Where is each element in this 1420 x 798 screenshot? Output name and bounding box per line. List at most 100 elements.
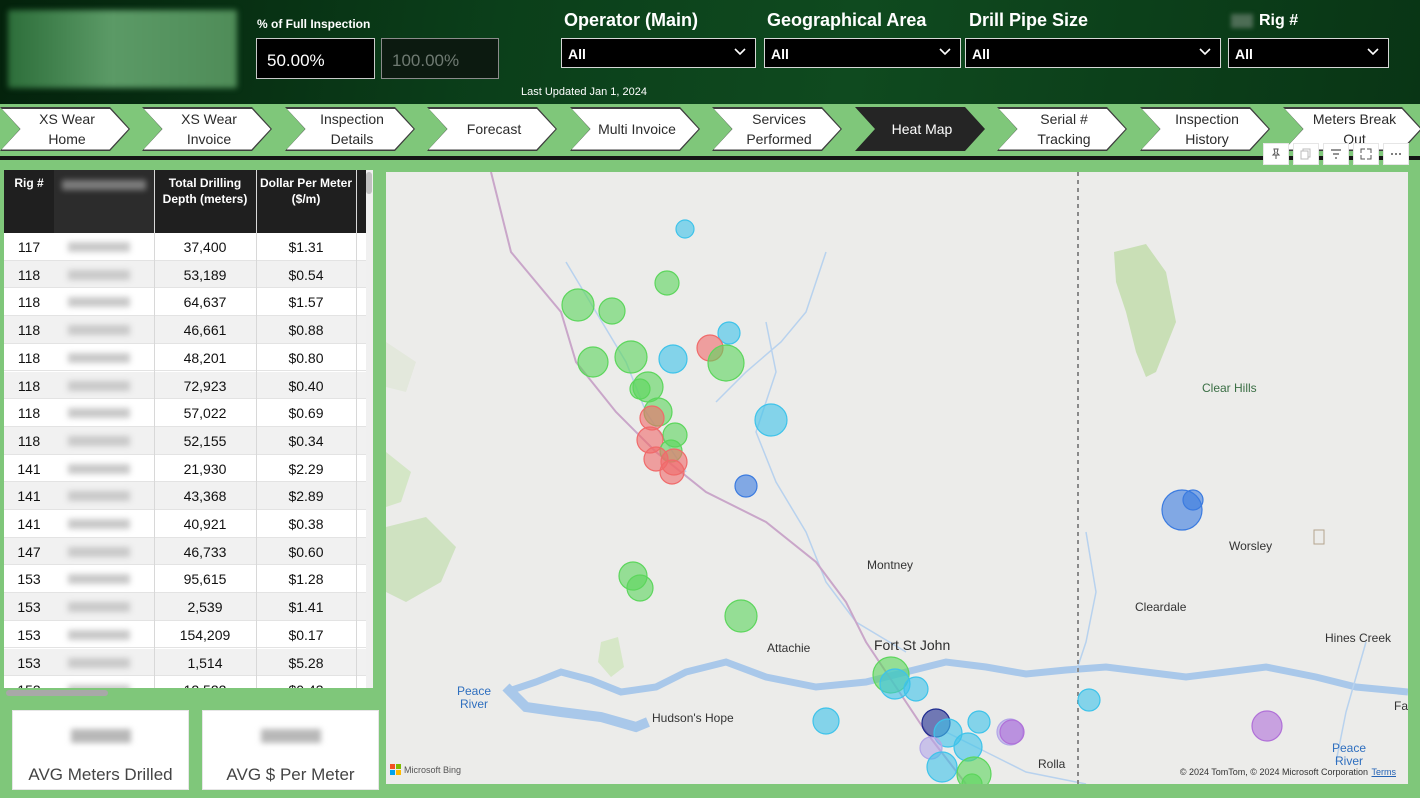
table-vscroll-thumb[interactable] — [366, 172, 372, 194]
cell-dollar: $0.69 — [288, 405, 324, 422]
filter-icon[interactable] — [1323, 143, 1349, 165]
kpi-avg-meters: AVG Meters Drilled — [12, 710, 189, 790]
cell-redacted — [68, 574, 130, 585]
visual-toolbar — [1263, 143, 1413, 165]
map-bubble-green[interactable] — [614, 340, 648, 374]
cell-redacted — [68, 491, 130, 502]
map-bubble-green[interactable] — [577, 346, 609, 378]
map-bubble-cyan[interactable] — [658, 344, 688, 374]
table-row[interactable]: 153 12,522$0.43 — [4, 676, 366, 688]
chevron-down-icon — [734, 48, 746, 56]
area-dropdown[interactable]: All — [764, 38, 961, 68]
map-bubble-blue[interactable] — [1182, 489, 1204, 511]
map-bubble-cyan[interactable] — [1077, 688, 1101, 712]
company-logo — [8, 10, 237, 88]
cell-redacted — [68, 657, 130, 668]
pct-inspection-max[interactable]: 100.00% — [381, 38, 499, 79]
cell-depth: 64,637 — [183, 294, 227, 311]
pct-inspection-value[interactable]: 50.00% — [256, 38, 375, 79]
map-copyright: © 2024 TomTom, © 2024 Microsoft Corporat… — [1179, 767, 1368, 777]
cell-redacted — [68, 380, 130, 391]
tab-label: XS Wear Home — [2, 109, 129, 150]
rig-dropdown[interactable]: All — [1228, 38, 1389, 68]
table-row[interactable]: 147 46,733 $0.60 — [4, 537, 366, 566]
pin-icon[interactable] — [1263, 143, 1289, 165]
cell-dollar: $1.57 — [288, 294, 324, 311]
map-bubble-red[interactable] — [639, 405, 665, 431]
table-row[interactable]: 118 46,661 $0.88 — [4, 316, 366, 344]
cell-rig: 118 — [17, 405, 41, 422]
map-bubble-cyan[interactable] — [953, 732, 983, 762]
table-row[interactable]: 118 72,923 $0.40 — [4, 371, 366, 400]
table-row[interactable]: 118 64,637 $1.57 — [4, 288, 366, 317]
cell-dollar: $1.28 — [288, 571, 324, 588]
map-bubble-green[interactable] — [629, 378, 651, 400]
col-depth[interactable]: Total Drilling Depth (meters) — [154, 175, 256, 207]
table-hscroll-thumb[interactable] — [6, 690, 108, 696]
cell-rig: 118 — [17, 377, 41, 394]
terms-link[interactable]: Terms — [1372, 767, 1397, 777]
focus-mode-icon[interactable] — [1353, 143, 1379, 165]
map-bubble-cyan[interactable] — [926, 751, 958, 783]
map-bubble-blue[interactable] — [734, 474, 758, 498]
table-row[interactable]: 153 154,209 $0.17 — [4, 620, 366, 649]
map-bubble-green[interactable] — [654, 270, 680, 296]
table-row[interactable]: 141 43,368 $2.89 — [4, 482, 366, 510]
table-row[interactable]: 153 95,615 $1.28 — [4, 565, 366, 594]
table-row[interactable]: 153 2,539 $1.41 — [4, 593, 366, 621]
operator-filter-label: Operator (Main) — [564, 10, 699, 30]
cell-rig: 153 — [17, 654, 41, 671]
pipe-size-filter-label: Drill Pipe Size — [969, 10, 1089, 30]
table-row[interactable]: 118 48,201 $0.80 — [4, 343, 366, 372]
cell-dollar: $0.88 — [288, 322, 324, 339]
cell-dollar: $0.60 — [288, 543, 324, 560]
map-bubble-purple[interactable] — [1251, 710, 1283, 742]
map-bubble-cyan[interactable] — [754, 403, 788, 437]
cell-depth: 2,539 — [187, 599, 223, 616]
map-bubble-cyan[interactable] — [903, 676, 929, 702]
map-bubble-cyan[interactable] — [967, 710, 991, 734]
map-bubble-green[interactable] — [707, 344, 745, 382]
col-redacted[interactable] — [54, 170, 154, 233]
table-row[interactable]: 117 37,400 $1.31 — [4, 233, 366, 261]
cell-depth: 40,921 — [183, 516, 227, 532]
map-bubble-green[interactable] — [724, 599, 758, 633]
area-filter-label: Geographical Area — [767, 10, 927, 30]
table-row[interactable]: 118 53,189 $0.54 — [4, 260, 366, 289]
more-options-icon[interactable] — [1383, 143, 1409, 165]
cell-rig: 153 — [17, 626, 41, 643]
map-bubble-cyan[interactable] — [812, 707, 840, 735]
cell-rig: 117 — [17, 239, 41, 255]
operator-dropdown[interactable]: All — [561, 38, 756, 68]
cell-dollar: $1.41 — [288, 599, 324, 616]
tab-label: Multi Invoice — [572, 109, 699, 150]
table-vscroll-track[interactable] — [366, 170, 373, 688]
cell-redacted — [68, 408, 130, 419]
table-row[interactable]: 141 40,921 $0.38 — [4, 510, 366, 538]
col-divider — [356, 170, 357, 688]
map-bubble-green[interactable] — [626, 574, 654, 602]
cell-rig: 118 — [17, 322, 41, 339]
map-bubble-purple[interactable] — [999, 719, 1025, 745]
heat-map[interactable]: Clear Hills Worsley Montney Cleardale Hi… — [386, 172, 1408, 784]
copy-icon[interactable] — [1293, 143, 1319, 165]
col-dollar[interactable]: Dollar Per Meter ($/m) — [256, 175, 356, 207]
table-row[interactable]: 141 21,930 $2.29 — [4, 454, 366, 483]
bubble-layer[interactable] — [386, 172, 1408, 784]
table-row[interactable]: 153 1,514 $5.28 — [4, 648, 366, 677]
report-canvas: % of Full Inspection 50.00% 100.00% Oper… — [0, 0, 1420, 798]
map-bubble-green[interactable] — [598, 297, 626, 325]
cell-dollar: $0.54 — [288, 266, 324, 283]
table-row[interactable]: 118 52,155 $0.34 — [4, 426, 366, 455]
operator-dropdown-value: All — [568, 46, 586, 62]
map-bubble-green[interactable] — [561, 288, 595, 322]
map-bubble-red[interactable] — [659, 459, 685, 485]
cell-depth: 95,615 — [183, 571, 227, 588]
map-bubble-cyan[interactable] — [675, 219, 695, 239]
rig-dropdown-value: All — [1235, 46, 1253, 62]
header-banner: % of Full Inspection 50.00% 100.00% Oper… — [0, 0, 1420, 104]
table-row[interactable]: 118 57,022 $0.69 — [4, 399, 366, 427]
pipe-size-dropdown[interactable]: All — [965, 38, 1221, 68]
col-rig[interactable]: Rig # — [4, 175, 54, 191]
cell-redacted — [68, 297, 130, 308]
